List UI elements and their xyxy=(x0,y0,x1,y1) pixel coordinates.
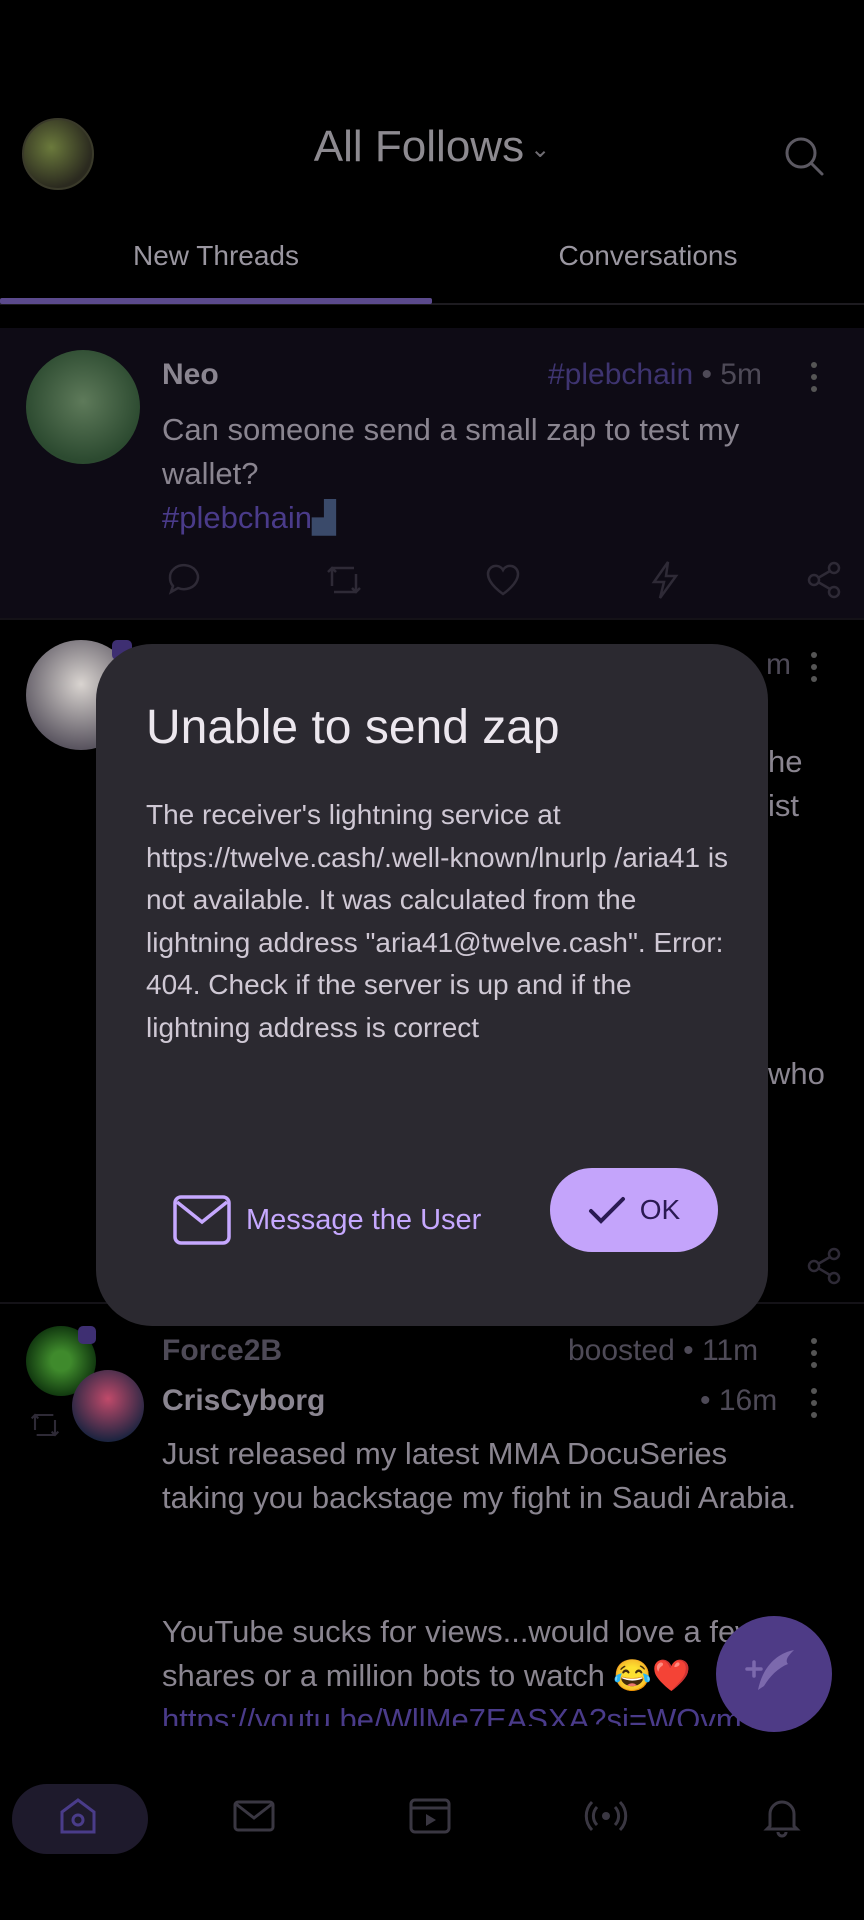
booster-name[interactable]: Force2B xyxy=(162,1334,282,1368)
home-icon[interactable] xyxy=(56,1794,100,1838)
note-content-partial: he xyxy=(768,744,803,779)
note-meta: #plebchain • 5m xyxy=(548,358,762,392)
new-note-button[interactable] xyxy=(716,1616,832,1732)
meta-hashtag[interactable]: #plebchain xyxy=(548,358,693,391)
note-content: Can someone send a small zap to test my … xyxy=(162,412,740,535)
tab-indicator xyxy=(0,298,432,304)
note-hashtag[interactable]: #plebchain xyxy=(162,500,312,535)
separator xyxy=(0,618,864,620)
note-content-partial: who xyxy=(768,1056,825,1091)
dialog-title: Unable to send zap xyxy=(146,701,560,754)
message-user-label: Message the User xyxy=(246,1203,482,1236)
reply-icon[interactable] xyxy=(166,562,202,598)
boost-meta: boosted • 11m xyxy=(568,1334,759,1367)
note-content: YouTube sucks for views...would love a f… xyxy=(162,1614,758,1693)
top-app-bar: All Follows ⌄ xyxy=(0,0,864,200)
mail-icon[interactable] xyxy=(232,1794,276,1838)
note-content-partial: ist xyxy=(768,788,799,823)
quill-icon xyxy=(745,1650,794,1690)
check-icon xyxy=(588,1197,625,1224)
tab-conversations[interactable]: Conversations xyxy=(432,236,864,276)
note-card[interactable]: Neo #plebchain • 5m Can someone send a s… xyxy=(0,328,864,618)
ok-label: OK xyxy=(639,1194,681,1225)
author-name[interactable]: Neo xyxy=(162,358,219,392)
repost-icon xyxy=(30,1413,60,1437)
video-icon[interactable] xyxy=(408,1794,452,1838)
like-icon[interactable] xyxy=(484,562,522,598)
share-icon[interactable] xyxy=(806,1246,842,1286)
more-options-icon[interactable] xyxy=(811,1338,819,1374)
note-time: m xyxy=(766,648,791,681)
repost-icon[interactable] xyxy=(324,562,364,598)
note-time: • 16m xyxy=(700,1384,778,1417)
feed-tabs: New Threads Conversations xyxy=(0,236,864,306)
more-options-icon[interactable] xyxy=(811,362,819,398)
tab-new-threads[interactable]: New Threads xyxy=(0,236,432,276)
author-avatar[interactable] xyxy=(26,350,140,464)
verified-badge xyxy=(78,1326,96,1344)
message-user-button[interactable]: Message the User xyxy=(172,1184,481,1256)
feed-title: All Follows xyxy=(313,122,525,171)
more-options-icon[interactable] xyxy=(811,1388,819,1424)
zap-icon[interactable] xyxy=(650,560,680,600)
dialog-message: The receiver's lightning service at http… xyxy=(146,799,729,1043)
search-icon[interactable] xyxy=(782,134,826,178)
note-content: Just released my latest MMA DocuSeries t… xyxy=(162,1436,797,1515)
mail-icon xyxy=(173,1195,231,1245)
bottom-navigation xyxy=(0,1756,864,1920)
feed-selector[interactable]: All Follows ⌄ xyxy=(0,122,864,172)
share-icon[interactable] xyxy=(806,560,842,600)
author-avatar[interactable] xyxy=(72,1370,144,1442)
more-options-icon[interactable] xyxy=(811,652,819,688)
bell-icon[interactable] xyxy=(760,1794,804,1838)
author-name[interactable]: CrisCyborg xyxy=(162,1384,325,1418)
zap-error-dialog: Unable to send zap The receiver's lightn… xyxy=(96,644,768,1326)
note-time: • 5m xyxy=(693,358,762,391)
ok-button[interactable]: OK xyxy=(550,1168,718,1252)
chevron-down-icon: ⌄ xyxy=(530,135,551,163)
broadcast-icon[interactable] xyxy=(584,1794,628,1838)
